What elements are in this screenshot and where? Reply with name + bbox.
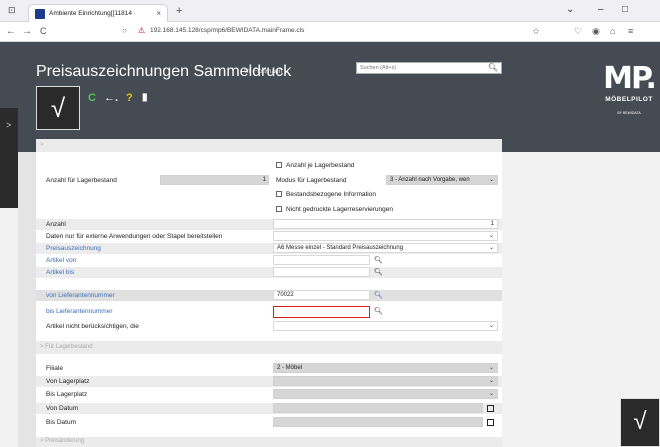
left-gutter — [18, 152, 36, 447]
label-artikel-bis[interactable]: Artikel bis — [46, 269, 74, 276]
label-filiale: Filiale — [46, 365, 63, 372]
checkbox-anzahl-je-lagerbestand[interactable]: Anzahl je Lagerbestand — [276, 162, 354, 169]
row-bis-lagerplatz: Bis Lagerplatz ⌄ — [36, 389, 502, 400]
select-daten-extern[interactable]: ⌄ — [273, 231, 498, 241]
section-header-lagerbestand[interactable]: > Für Lagerbestand — [36, 341, 502, 354]
row-von-datum: Von Datum — [36, 403, 502, 414]
label-preisauszeichnung[interactable]: Preisauszeichnung — [46, 245, 101, 252]
pocket-icon[interactable]: ♡ — [574, 26, 582, 37]
select-artikel-nicht[interactable]: ⌄ — [273, 321, 498, 331]
artikel-von-search-icon[interactable]: 🔍︎ — [374, 256, 383, 264]
lock-warning-icon[interactable]: ⚠ — [138, 26, 145, 35]
checkbox-bestandsbezogen[interactable]: Bestandsbezogene Information — [276, 191, 376, 198]
back-button[interactable]: ← — [6, 26, 16, 37]
chevron-right-icon: > — [6, 120, 12, 130]
moebelpilot-logo: MP. MÖBELPILOT BY BEWIDATA — [598, 62, 660, 140]
input-bis-datum[interactable] — [273, 417, 483, 427]
shield-icon[interactable]: ○ — [122, 26, 127, 35]
favicon-icon — [35, 8, 45, 19]
tab-title: Ambiente Einrichtung[[11814 · — [49, 10, 136, 17]
input-von-lieferant[interactable]: 70022 — [273, 290, 370, 300]
app-header — [0, 42, 660, 152]
side-panel-toggle[interactable]: > — [0, 108, 18, 208]
user-name: Uli Flottmann — [244, 68, 283, 75]
select-filiale[interactable]: 2 - Möbel ⌄ — [273, 363, 498, 373]
floating-confirm-button[interactable]: √ — [620, 398, 660, 447]
browser-tabbar: ⊡ Ambiente Einrichtung[[11814 · × + ⌄ – … — [0, 0, 660, 22]
address-bar[interactable]: 192.168.145.128/csp/mp6/BEWIDATA.mainFra… — [150, 27, 304, 34]
search-icon[interactable]: 🔍︎ — [488, 63, 498, 72]
input-artikel-von[interactable] — [273, 255, 370, 265]
minimize-button[interactable]: – — [598, 4, 604, 15]
artikel-bis-search-icon[interactable]: 🔍︎ — [374, 268, 383, 276]
input-anzahl-lagerbestand[interactable]: 1 — [160, 175, 269, 185]
confirm-button[interactable]: √ — [36, 86, 80, 130]
refresh-icon[interactable]: C — [88, 92, 96, 104]
help-icon[interactable]: ? — [126, 92, 133, 104]
row-bis-datum: Bis Datum — [36, 417, 502, 428]
new-tab-button[interactable]: + — [176, 5, 182, 17]
row-artikel-bis: Artikel bis 🔍︎ — [36, 267, 502, 278]
print-form: > Anzahl je Lagerbestand Anzahl für Lage… — [36, 139, 502, 447]
section-header-preisaenderung[interactable]: > Preisänderung — [36, 437, 502, 447]
bis-datum-calendar-icon[interactable] — [487, 419, 494, 426]
von-datum-calendar-icon[interactable] — [487, 405, 494, 412]
forward-button[interactable]: → — [22, 26, 32, 37]
label-modus-lagerbestand: Modus für Lagerbestand — [276, 177, 347, 184]
label-von-lagerplatz: Von Lagerplatz — [46, 378, 90, 385]
row-bis-lieferant: bis Lieferantennummer 🔍︎ — [36, 306, 502, 318]
search-placeholder: Suchen (Alt+s) — [360, 65, 397, 71]
label-artikel-nicht: Artikel nicht berücksichtigen, die — [46, 323, 139, 330]
input-artikel-bis[interactable] — [273, 267, 370, 277]
select-bis-lagerplatz[interactable]: ⌄ — [273, 389, 498, 399]
back-arrow-icon[interactable]: ←. — [104, 92, 118, 104]
label-anzahl-lagerbestand: Anzahl für Lagerbestand — [46, 177, 117, 184]
row-artikel-von: Artikel von 🔍︎ — [36, 255, 502, 266]
select-modus-lagerbestand[interactable]: 3 - Anzahl nach Vorgabe, wen ⌄ — [386, 175, 498, 185]
row-von-lagerplatz: Von Lagerplatz ⌄ — [36, 376, 502, 387]
label-bis-lieferant[interactable]: bis Lieferantennummer — [46, 308, 112, 315]
bookmark-star-icon[interactable]: ☆ — [532, 26, 540, 37]
select-preisauszeichnung[interactable]: A6 Messe einzel - Standard Preisauszeich… — [273, 243, 498, 253]
label-von-datum: Von Datum — [46, 405, 79, 412]
search-input[interactable]: Suchen (Alt+s) 🔍︎ — [356, 62, 502, 74]
label-von-lieferant[interactable]: von Lieferantennummer — [46, 292, 115, 299]
input-bis-lieferant[interactable] — [273, 306, 370, 318]
row-preisauszeichnung: Preisauszeichnung A6 Messe einzel - Stan… — [36, 243, 502, 254]
row-daten-extern: Daten nur für externe Anwendungen oder S… — [36, 231, 502, 242]
row-anzahl-lagerbestand: Anzahl für Lagerbestand 1 Modus für Lage… — [36, 175, 502, 186]
row-artikel-nicht: Artikel nicht berücksichtigen, die ⌄ — [36, 321, 502, 332]
account-icon[interactable]: ◉ — [592, 26, 600, 37]
browser-navbar: ← → C ○ ⚠ 192.168.145.128/csp/mp6/BEWIDA… — [0, 22, 660, 42]
von-lieferant-search-icon[interactable]: 🔍︎ — [374, 291, 383, 299]
select-von-lagerplatz[interactable]: ⌄ — [273, 376, 498, 386]
browser-tab[interactable]: Ambiente Einrichtung[[11814 · × — [28, 4, 168, 22]
label-bis-lagerplatz: Bis Lagerplatz — [46, 391, 88, 398]
label-bis-datum: Bis Datum — [46, 419, 76, 426]
reload-button[interactable]: C — [40, 26, 47, 36]
bis-lieferant-search-icon[interactable]: 🔍︎ — [374, 307, 383, 315]
input-von-datum[interactable] — [273, 403, 483, 413]
tab-list-icon[interactable]: ⊡ — [8, 5, 16, 16]
section-header-1[interactable]: > — [36, 139, 502, 152]
label-artikel-von[interactable]: Artikel von — [46, 257, 76, 264]
row-anzahl: Anzahl 1 — [36, 219, 502, 230]
row-filiale: Filiale 2 - Möbel ⌄ — [36, 363, 502, 374]
maximize-button[interactable]: □ — [622, 4, 628, 15]
tab-close-icon[interactable]: × — [156, 9, 161, 18]
document-icon[interactable]: ▮ — [142, 92, 148, 103]
checkbox-nicht-gedruckt[interactable]: Nicht gedruckte Lagerreservierungen — [276, 206, 393, 213]
menu-icon[interactable]: ≡ — [628, 26, 633, 36]
label-daten-extern: Daten nur für externe Anwendungen oder S… — [46, 233, 223, 240]
row-von-lieferant: von Lieferantennummer 70022 🔍︎ — [36, 290, 502, 301]
tab-overflow-icon[interactable]: ⌄ — [566, 4, 574, 15]
extensions-icon[interactable]: ⌂ — [610, 26, 615, 36]
section-chevron: > — [40, 142, 44, 148]
label-anzahl: Anzahl — [46, 221, 66, 228]
input-anzahl[interactable]: 1 — [273, 219, 498, 229]
